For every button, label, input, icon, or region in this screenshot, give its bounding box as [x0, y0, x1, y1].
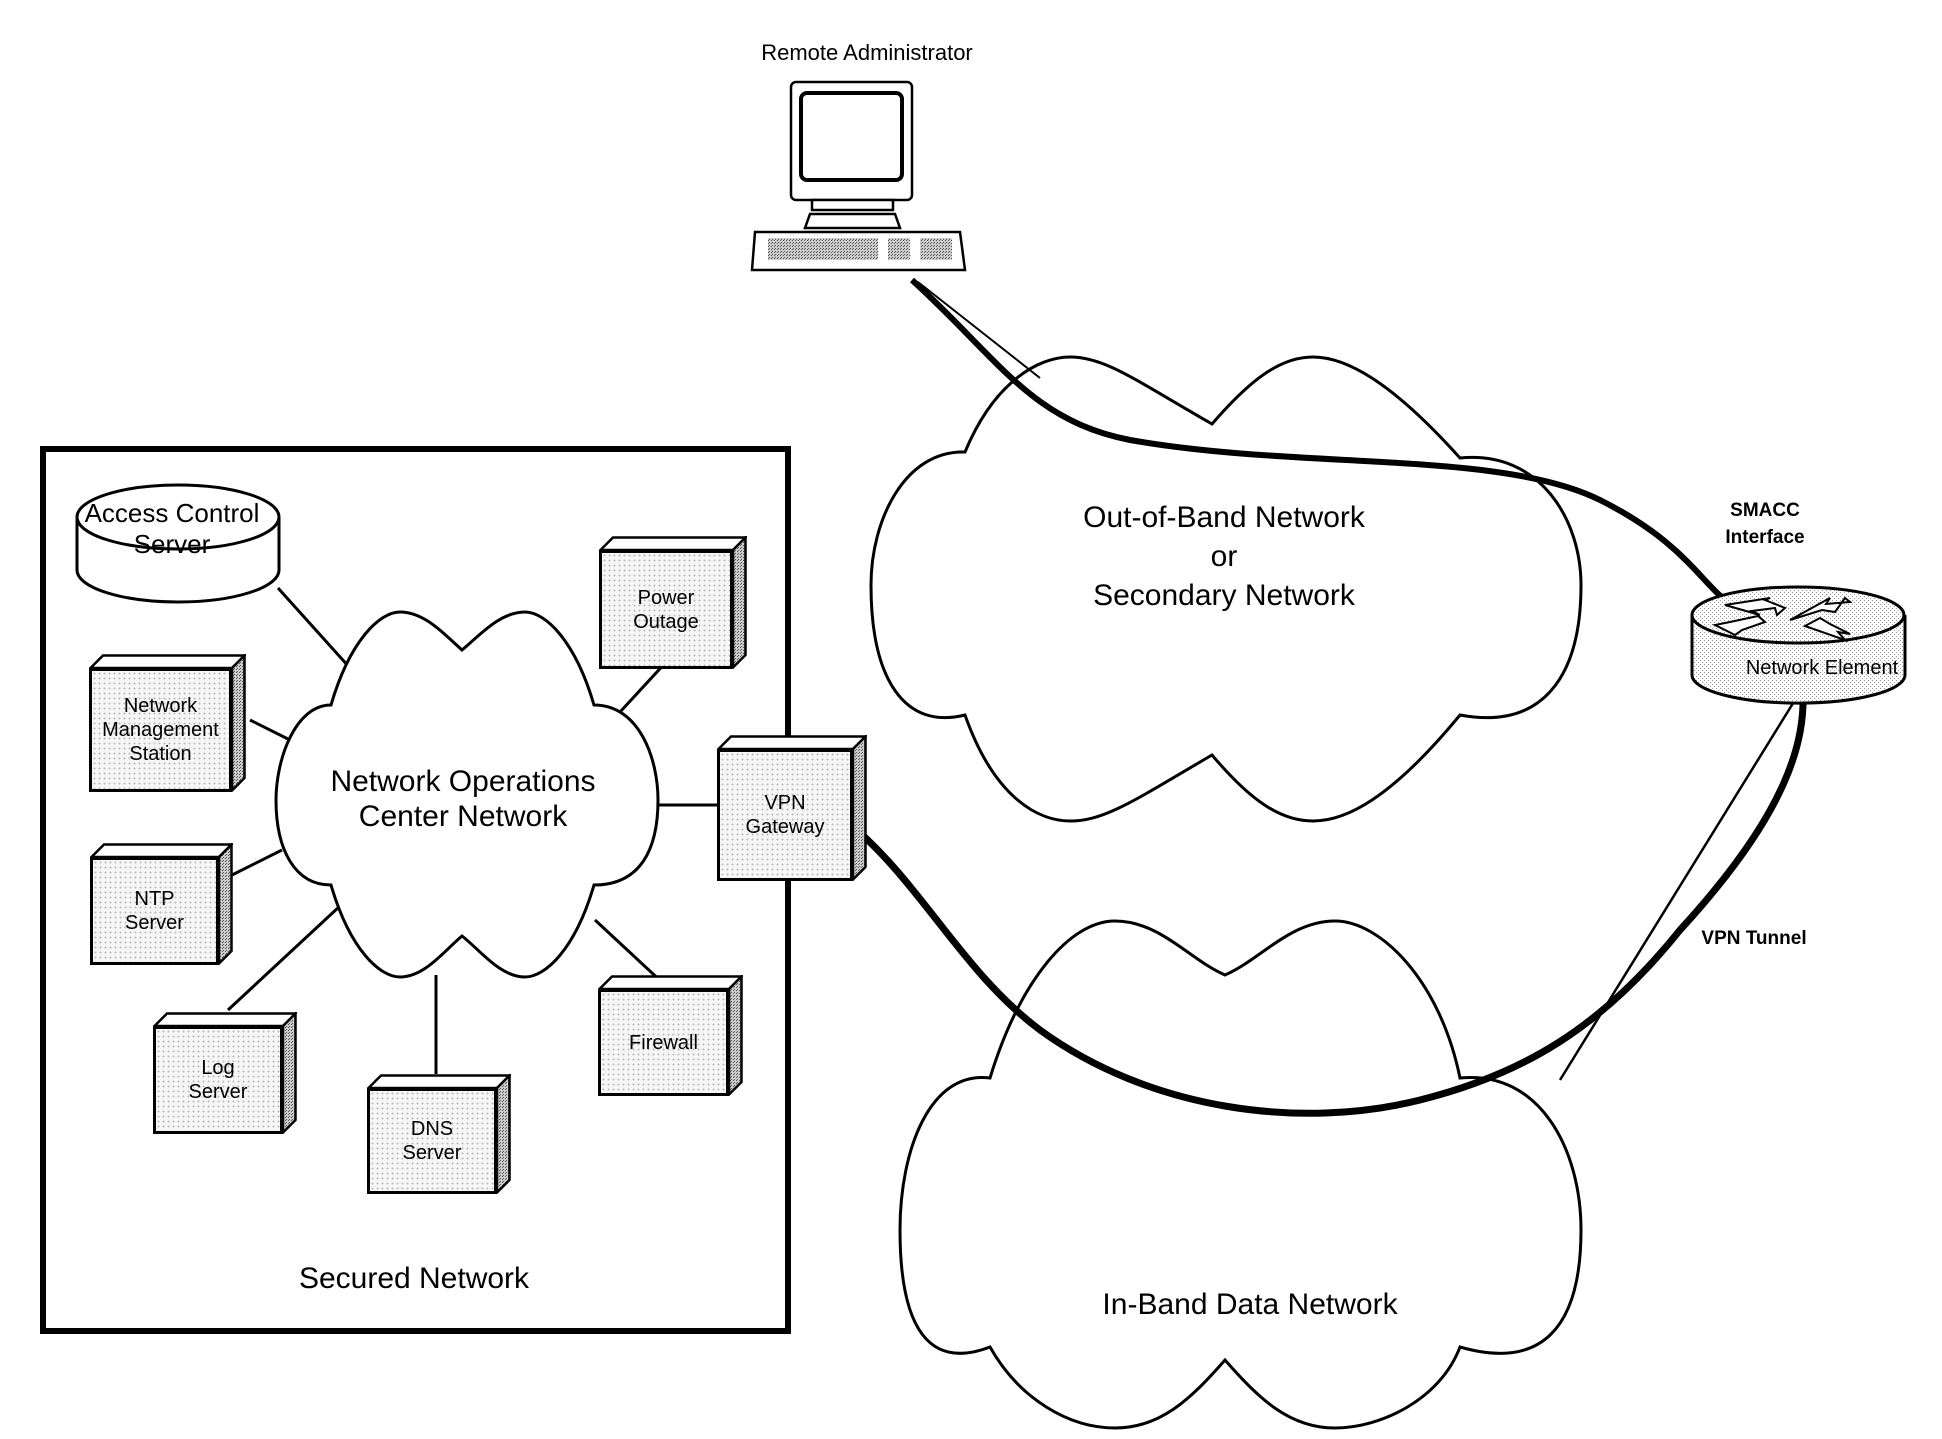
log-server-box: Log Server: [153, 1012, 297, 1134]
box-label-line1: DNS: [410, 1118, 454, 1140]
box-label-line2: Server: [402, 1142, 462, 1164]
link-access-control: [276, 586, 352, 670]
network-management-station-box: Network Management Station: [89, 654, 246, 792]
firewall-box: Firewall: [598, 975, 743, 1096]
box-label-line2: Management: [102, 719, 219, 741]
box-label-line2: Server: [188, 1081, 248, 1103]
box-label: Power Outage: [599, 550, 733, 669]
smacc-label-line2: Interface: [1725, 526, 1805, 548]
box-label: Network Management Station: [89, 668, 232, 792]
box-label-line2: Gateway: [745, 816, 825, 838]
box-label-line1: VPN: [764, 792, 806, 814]
out-of-band-label: Out-of-Band Network or Secondary Network: [1083, 498, 1365, 615]
box-label-line1: Network: [123, 695, 198, 717]
power-outage-box: Power Outage: [599, 536, 747, 669]
vpn-gateway-box: VPN Gateway: [717, 735, 867, 881]
box-label-line2: Outage: [633, 610, 699, 633]
router-icon: [1690, 585, 1907, 705]
box-label: Log Server: [153, 1026, 283, 1134]
box-label: VPN Gateway: [717, 749, 853, 881]
box-label-line1: NTP: [134, 888, 175, 910]
smacc-interface-label: SMACC Interface: [1725, 498, 1804, 551]
secured-network-label: Secured Network: [298, 1262, 530, 1295]
dns-server-box: DNS Server: [367, 1074, 511, 1194]
noc-label-line2: Center Network: [358, 799, 568, 833]
box-label: Firewall: [598, 989, 729, 1096]
access-control-server-label: Access Control Server: [85, 498, 260, 560]
box-label-line1: Log: [201, 1057, 235, 1079]
computer-icon: [750, 80, 967, 272]
smacc-label-line1: SMACC: [1730, 500, 1800, 521]
network-diagram: [40, 80, 1907, 1430]
network-element-label: Network Element: [1745, 657, 1899, 679]
box-label-line1: Firewall: [629, 1031, 698, 1054]
oob-label-line1: Out-of-Band Network: [1083, 501, 1365, 534]
box-label: DNS Server: [367, 1088, 497, 1194]
in-band-label: In-Band Data Network: [1102, 1288, 1398, 1321]
oob-label-line2: or: [1210, 540, 1238, 573]
ntp-server-box: NTP Server: [90, 843, 233, 965]
box-label: NTP Server: [90, 857, 219, 965]
link-log: [226, 904, 342, 1012]
acs-label-line2: Server: [133, 529, 211, 560]
noc-network-label: Network Operations Center Network: [330, 765, 595, 834]
acs-label-line1: Access Control: [84, 498, 260, 528]
vpn-tunnel-label: VPN Tunnel: [1701, 928, 1807, 949]
vpn-tunnel-thin-line: [1558, 699, 1797, 1081]
oob-thin-line: [917, 281, 1041, 379]
box-label-line2: Server: [125, 912, 184, 934]
box-label-line1: Power: [637, 586, 695, 609]
remote-admin-label: Remote Administrator: [761, 40, 973, 65]
link-nms: [249, 718, 295, 744]
oob-label-line3: Secondary Network: [1093, 579, 1355, 612]
box-label-line3: Station: [129, 743, 192, 765]
noc-label-line1: Network Operations: [330, 765, 596, 798]
